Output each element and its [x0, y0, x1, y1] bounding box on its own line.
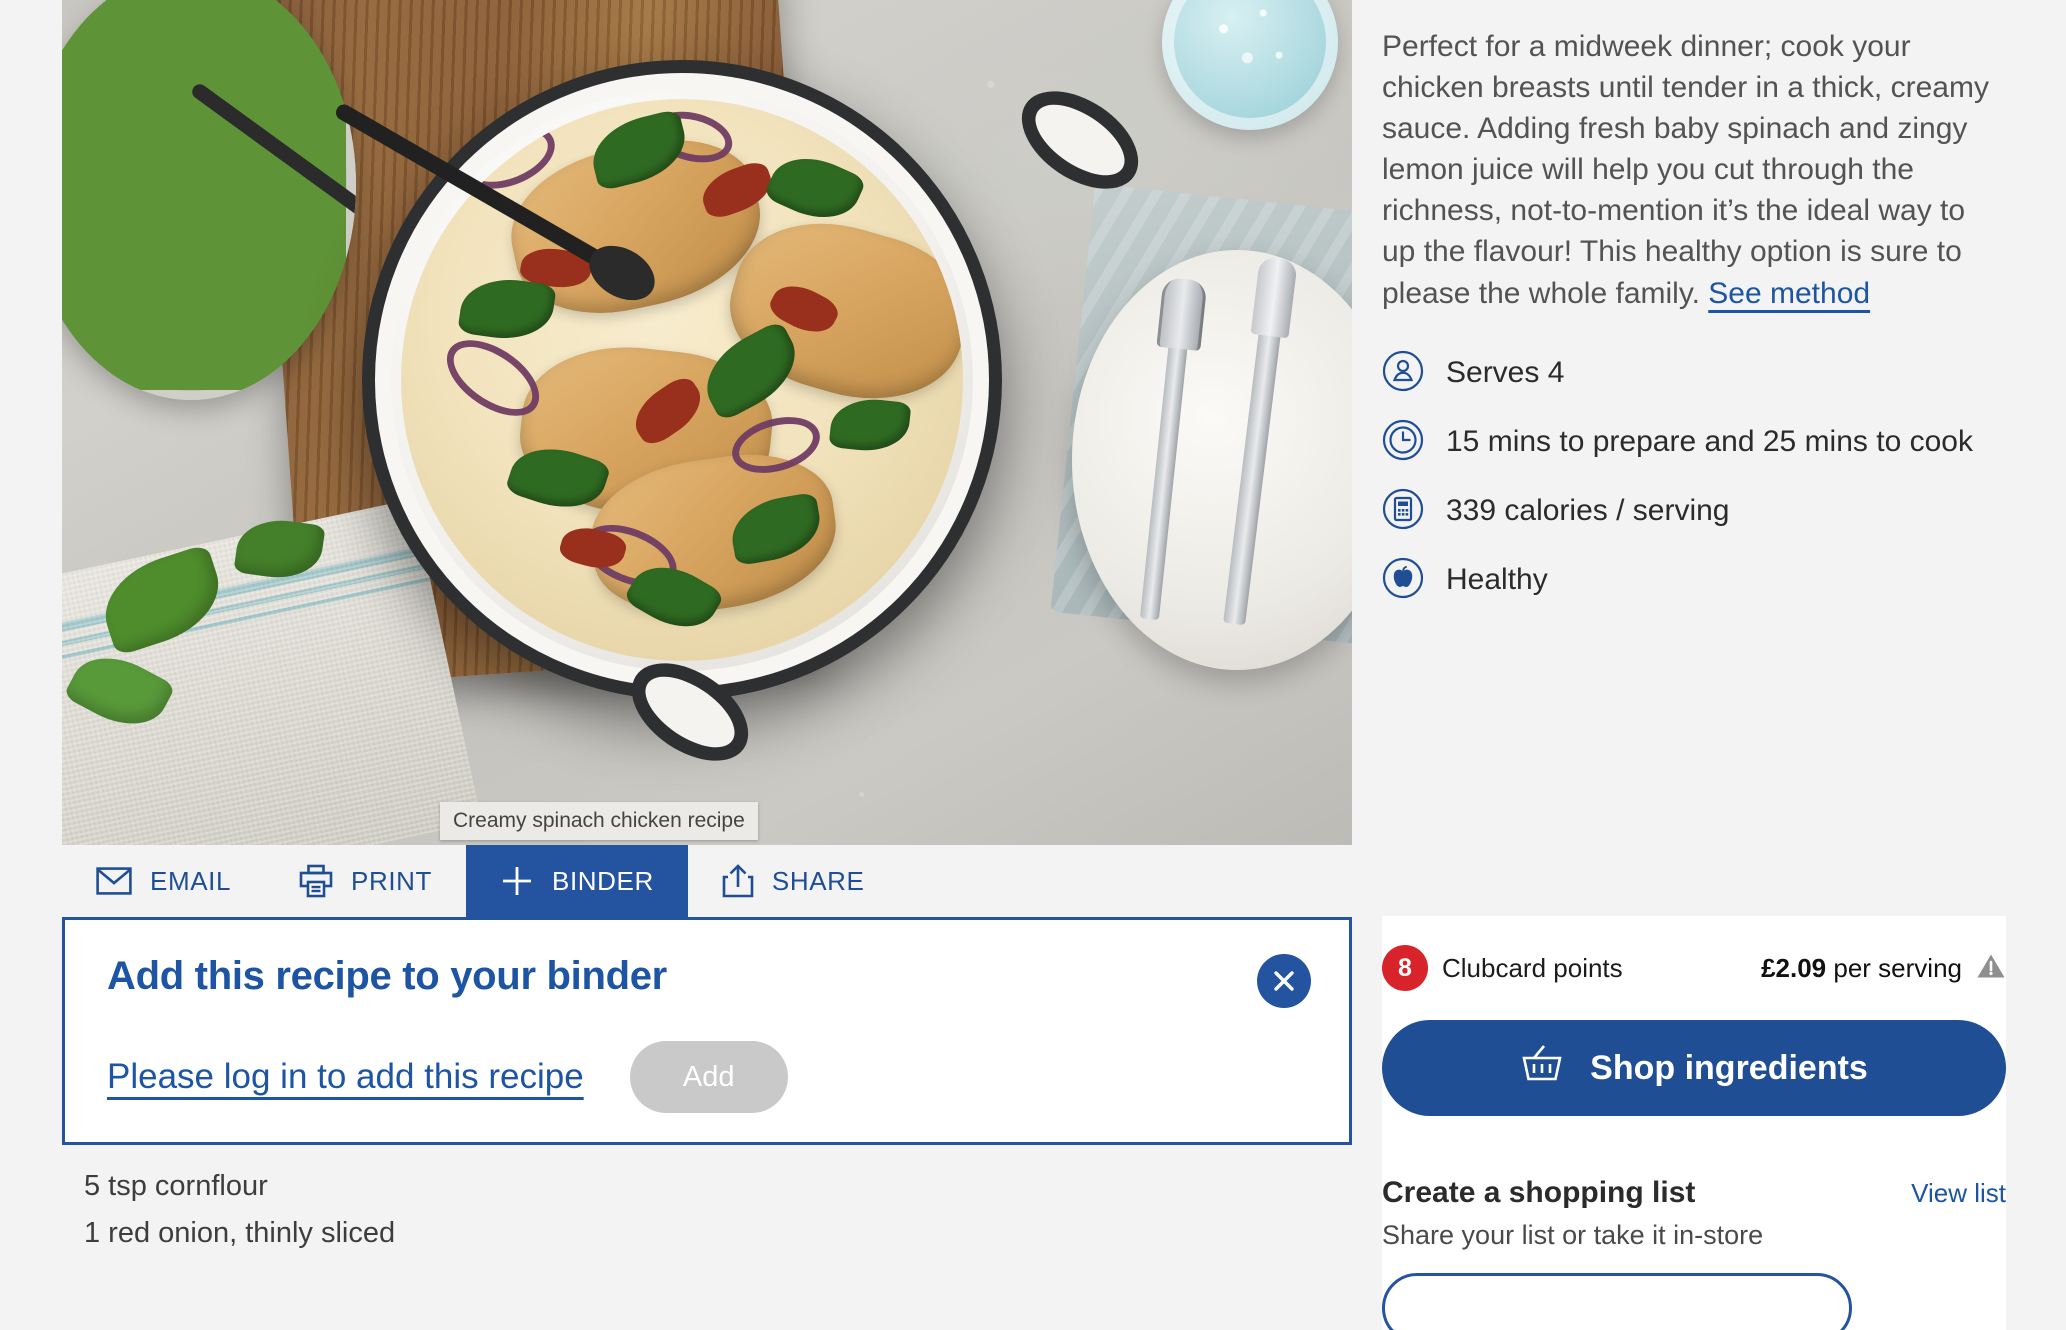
clock-icon — [1382, 419, 1424, 466]
recipe-action-toolbar: EMAIL PRINT BINDER SHARE — [62, 845, 1352, 917]
meta-serves: Serves 4 — [1382, 350, 2006, 397]
description-text: Perfect for a midweek dinner; cook your … — [1382, 30, 1989, 310]
login-link[interactable]: Please log in to add this recipe — [107, 1057, 584, 1097]
print-button[interactable]: PRINT — [265, 845, 467, 917]
ingredient-item: 1 red onion, thinly sliced — [84, 1216, 396, 1249]
email-icon — [96, 866, 132, 896]
email-button[interactable]: EMAIL — [62, 845, 266, 917]
meta-calories: 339 calories / serving — [1382, 488, 2006, 535]
meta-time: 15 mins to prepare and 25 mins to cook — [1382, 419, 2006, 466]
clubcard-row: 8 Clubcard points £2.09 per serving — [1382, 942, 2006, 994]
recipe-page: Creamy spinach chicken recipe EMAIL PRIN… — [0, 0, 2066, 1330]
shop-ingredients-button[interactable]: Shop ingredients — [1382, 1020, 2006, 1116]
buy-box: 8 Clubcard points £2.09 per serving Shop… — [1382, 916, 2006, 1330]
shopping-list-title: Create a shopping list — [1382, 1176, 1696, 1209]
basket-icon — [1520, 1044, 1564, 1092]
right-column: Perfect for a midweek dinner; cook your … — [1382, 0, 2006, 1330]
binder-panel-title: Add this recipe to your binder — [107, 954, 667, 998]
dish-photograph — [62, 0, 1352, 845]
binder-panel-actions: Please log in to add this recipe Add — [107, 1041, 1307, 1113]
shopping-list-subtitle: Share your list or take it in-store — [1382, 1220, 1764, 1250]
share-label: SHARE — [771, 865, 865, 896]
ingredients-list: 5 tsp cornflour 1 red onion, thinly slic… — [62, 1145, 1352, 1257]
plus-icon — [500, 864, 534, 898]
close-icon — [1271, 968, 1297, 994]
ingredient-item: 5 tsp cornflour — [84, 1170, 268, 1202]
create-list-button[interactable] — [1382, 1273, 1852, 1330]
view-list-link[interactable]: View list — [1911, 1178, 2006, 1209]
creamy-sauce — [401, 99, 963, 661]
meta-serves-label: Serves 4 — [1446, 356, 1565, 390]
shopping-list-header: Create a shopping list View list — [1382, 1176, 2006, 1210]
see-method-link[interactable]: See method — [1708, 277, 1870, 310]
meta-healthy-label: Healthy — [1446, 563, 1548, 597]
price-suffix: per serving — [1826, 952, 1962, 983]
clubcard-points-label: Clubcard points — [1442, 952, 1623, 983]
binder-panel: Add this recipe to your binder Please lo… — [62, 917, 1352, 1145]
left-column: Creamy spinach chicken recipe EMAIL PRIN… — [62, 0, 1352, 1257]
spinach-colander — [62, 0, 356, 400]
warning-icon[interactable] — [1976, 952, 2006, 985]
print-label: PRINT — [351, 865, 433, 896]
apple-icon — [1382, 557, 1424, 604]
price-wrap: £2.09 per serving — [1761, 952, 2006, 985]
image-caption-tooltip: Creamy spinach chicken recipe — [440, 802, 758, 840]
price-per-serving: £2.09 per serving — [1761, 953, 1962, 984]
close-binder-panel-button[interactable] — [1257, 954, 1311, 1008]
recipe-meta-list: Serves 4 15 mins to prepare and 25 mins … — [1382, 350, 2006, 604]
cooking-pan — [333, 60, 1156, 781]
meta-calories-label: 339 calories / serving — [1446, 494, 1730, 528]
email-label: EMAIL — [150, 865, 232, 896]
add-to-binder-button[interactable]: Add — [629, 1041, 788, 1113]
clubcard-points-badge: 8 — [1382, 945, 1428, 991]
person-icon — [1382, 350, 1424, 397]
binder-tab[interactable]: BINDER — [466, 845, 688, 917]
print-icon — [299, 864, 333, 898]
recipe-description: Perfect for a midweek dinner; cook your … — [1382, 0, 2006, 314]
recipe-hero-image: Creamy spinach chicken recipe — [62, 0, 1352, 845]
share-icon — [722, 864, 754, 898]
share-button[interactable]: SHARE — [687, 845, 899, 917]
meta-time-label: 15 mins to prepare and 25 mins to cook — [1446, 425, 1973, 459]
binder-label: BINDER — [552, 865, 654, 896]
meta-healthy: Healthy — [1382, 557, 2006, 604]
price-value: £2.09 — [1761, 952, 1827, 983]
calculator-icon — [1382, 488, 1424, 535]
shop-ingredients-label: Shop ingredients — [1590, 1048, 1868, 1087]
